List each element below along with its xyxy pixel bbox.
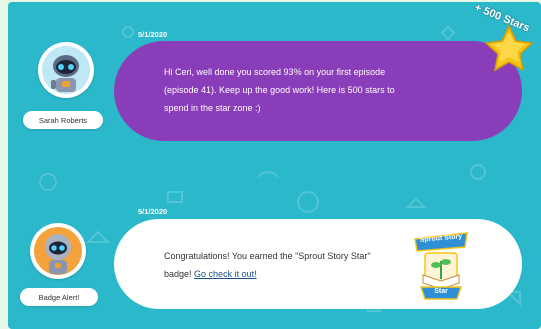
robot-avatar-icon <box>42 46 90 94</box>
message-text-line: badge! Go check it out! <box>164 265 257 283</box>
message-panel: 5/1/2020 Sarah Roberts Hi Ceri, well don… <box>8 2 541 329</box>
message-text-line: spend in the star zone :) <box>164 103 261 113</box>
avatar-badge-alert <box>30 223 86 279</box>
sprout-story-star-badge[interactable]: Sprout Story Star <box>411 231 471 301</box>
message-text-line: Hi Ceri, well done you scored 93% on you… <box>164 67 386 77</box>
avatar-sarah-roberts <box>38 42 94 98</box>
message-text: badge! <box>164 269 192 279</box>
message-text-line: Congratulations! You earned the "Sprout … <box>164 251 371 261</box>
star-reward-badge: + 500 Stars <box>467 2 537 78</box>
go-check-it-out-link[interactable]: Go check it out! <box>194 269 257 279</box>
robot-avatar-icon <box>34 227 82 275</box>
badge-title-bottom: Star <box>434 288 448 295</box>
sender-name: Sarah Roberts <box>23 111 103 129</box>
message-bubble: Hi Ceri, well done you scored 93% on you… <box>114 41 522 141</box>
sender-name: Badge Alert! <box>20 288 98 306</box>
message-date: 5/1/2020 <box>138 30 168 39</box>
message-date: 5/1/2020 <box>138 207 168 216</box>
page: 5/1/2020 Sarah Roberts Hi Ceri, well don… <box>0 0 541 329</box>
message-text-line: (episode 41). Keep up the good work! Her… <box>164 85 395 95</box>
